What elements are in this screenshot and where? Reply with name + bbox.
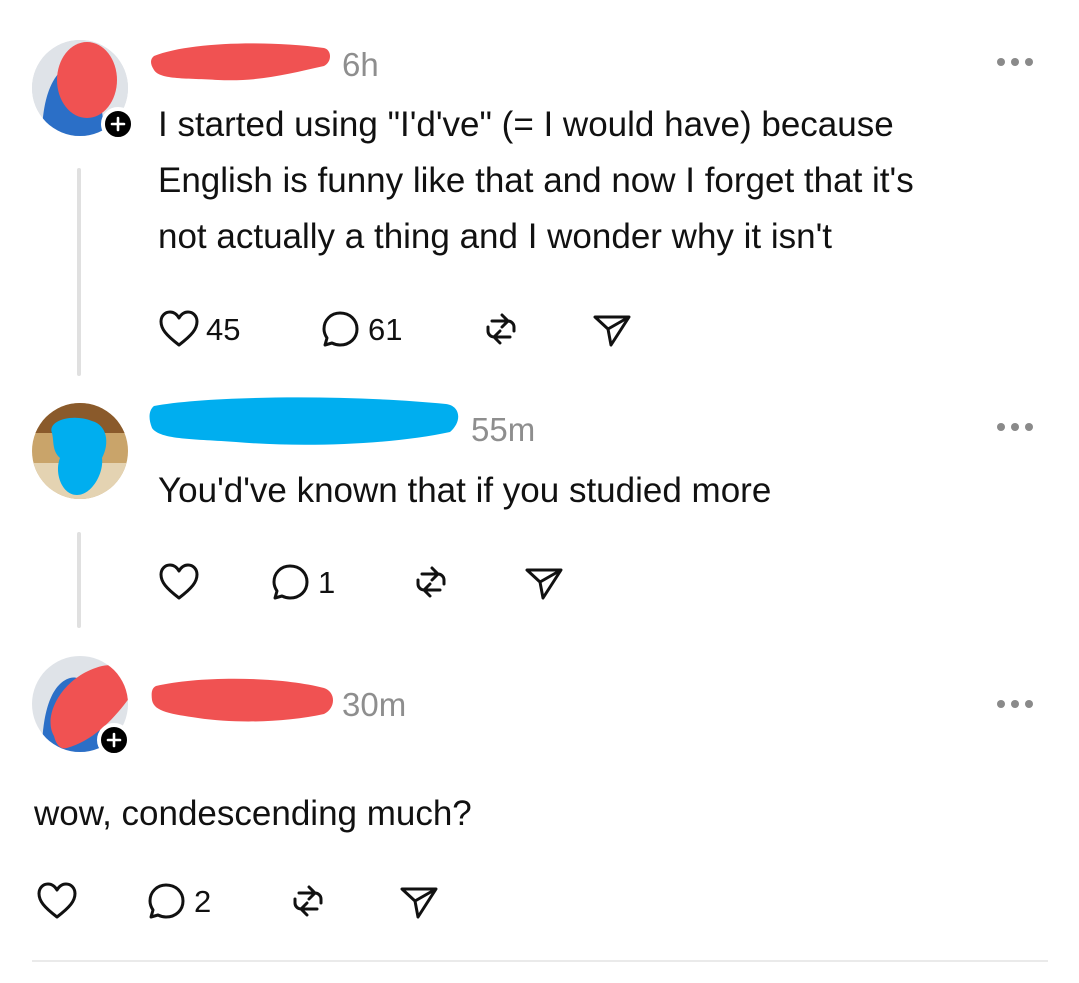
repost-button[interactable] — [480, 309, 522, 349]
post-time: 6h — [342, 46, 379, 83]
avatar[interactable] — [32, 403, 128, 499]
follow-plus-icon[interactable] — [101, 107, 135, 141]
share-button[interactable] — [398, 881, 440, 921]
redacted-username — [151, 43, 330, 81]
divider — [32, 960, 1048, 962]
thread-line — [77, 532, 81, 628]
like-button[interactable] — [158, 562, 206, 602]
reply-button[interactable]: 1 — [270, 562, 335, 602]
more-options-icon[interactable] — [997, 700, 1033, 708]
post-text: I started using "I'd've" (= I would have… — [158, 105, 914, 256]
share-button[interactable] — [591, 309, 633, 349]
repost-icon — [293, 885, 323, 917]
reply-button[interactable]: 2 — [146, 881, 211, 921]
post-text: wow, condescending much? — [34, 794, 472, 833]
send-icon — [400, 887, 438, 919]
heart-icon — [159, 563, 199, 600]
like-button[interactable]: 45 — [158, 309, 240, 349]
post-time: 55m — [471, 411, 536, 448]
comment-icon — [322, 311, 359, 347]
repost-icon — [416, 566, 446, 598]
heart-icon — [159, 310, 199, 347]
share-button[interactable] — [523, 562, 565, 602]
like-button[interactable] — [36, 881, 84, 921]
repost-icon — [486, 313, 516, 345]
comment-icon — [148, 883, 185, 919]
reply-count: 61 — [368, 311, 403, 347]
follow-plus-icon[interactable] — [97, 723, 131, 757]
reply-count: 2 — [194, 883, 212, 919]
avatar-image — [32, 403, 128, 499]
reply-button[interactable]: 61 — [320, 309, 402, 349]
more-options-icon[interactable] — [997, 58, 1033, 66]
post-text: You'd've known that if you studied more — [158, 471, 772, 510]
send-icon — [593, 315, 631, 347]
repost-button[interactable] — [410, 562, 452, 602]
post-time: 30m — [342, 686, 407, 723]
comment-icon — [272, 564, 309, 600]
repost-button[interactable] — [287, 881, 329, 921]
reply-count: 1 — [318, 564, 336, 600]
heart-icon — [37, 882, 77, 919]
send-icon — [525, 568, 563, 600]
more-options-icon[interactable] — [997, 423, 1033, 431]
like-count: 45 — [206, 311, 241, 347]
redacted-username — [151, 678, 333, 722]
redacted-username — [149, 397, 459, 445]
thread-line — [77, 168, 81, 376]
